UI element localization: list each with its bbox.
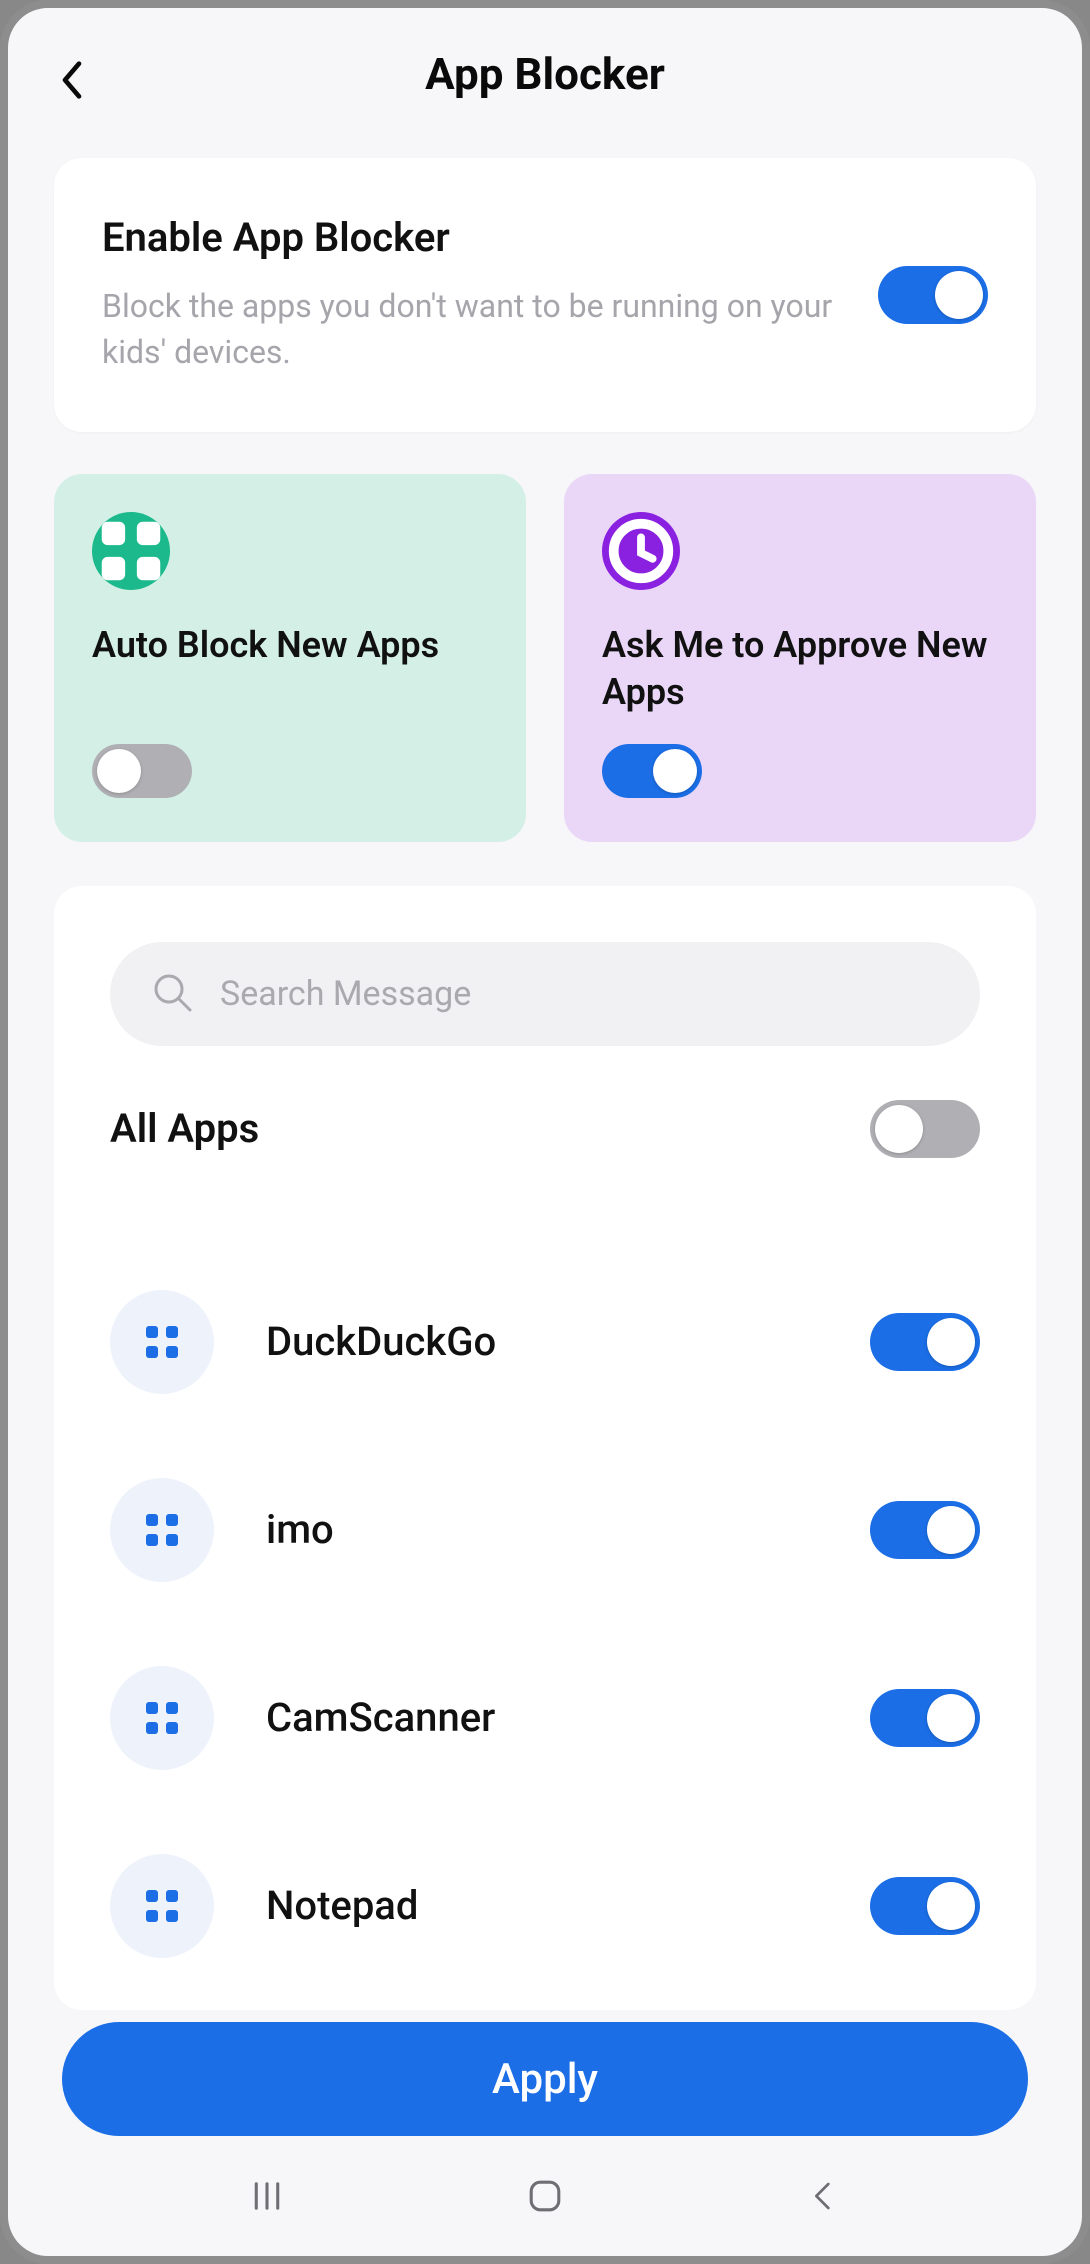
apps-card: All Apps DuckDuckGo imo CamScanner Notepad xyxy=(54,886,1036,2010)
app-icon xyxy=(110,1290,214,1394)
nav-home[interactable] xyxy=(515,2166,575,2226)
page-title: App Blocker xyxy=(48,48,1042,100)
all-apps-toggle[interactable] xyxy=(870,1100,980,1158)
app-name: imo xyxy=(214,1506,870,1553)
all-apps-row: All Apps xyxy=(86,1046,1004,1188)
all-apps-label: All Apps xyxy=(110,1105,259,1152)
nav-recents[interactable] xyxy=(237,2166,297,2226)
tile-auto-block-title: Auto Block New Apps xyxy=(92,622,488,716)
toggle-knob xyxy=(927,1318,975,1366)
tile-ask-approve-title: Ask Me to Approve New Apps xyxy=(602,622,998,716)
app-icon xyxy=(110,1666,214,1770)
app-name: Notepad xyxy=(214,1882,870,1929)
enable-title: Enable App Blocker xyxy=(102,214,848,261)
recents-icon xyxy=(244,2173,290,2219)
device-frame: App Blocker Enable App Blocker Block the… xyxy=(0,0,1090,2264)
apply-button[interactable]: Apply xyxy=(62,2022,1028,2136)
toggle-knob xyxy=(653,749,697,793)
toggle-knob xyxy=(927,1694,975,1742)
header: App Blocker xyxy=(8,8,1082,130)
clock-icon xyxy=(602,512,680,590)
app-icon xyxy=(110,1478,214,1582)
enable-text: Enable App Blocker Block the apps you do… xyxy=(102,214,878,376)
search-icon xyxy=(150,970,194,1018)
auto-block-toggle[interactable] xyxy=(92,744,192,798)
back-button[interactable] xyxy=(48,56,96,104)
app-toggle[interactable] xyxy=(870,1877,980,1935)
ask-approve-toggle[interactable] xyxy=(602,744,702,798)
content: Enable App Blocker Block the apps you do… xyxy=(8,158,1082,2010)
search-bar[interactable] xyxy=(110,942,980,1046)
tile-auto-block: Auto Block New Apps xyxy=(54,474,526,842)
app-toggle[interactable] xyxy=(870,1313,980,1371)
search-input[interactable] xyxy=(220,974,940,1014)
app-toggle[interactable] xyxy=(870,1501,980,1559)
app-toggle[interactable] xyxy=(870,1689,980,1747)
app-list: DuckDuckGo imo CamScanner Notepad xyxy=(86,1248,1004,2000)
app-name: CamScanner xyxy=(214,1694,870,1741)
tiles-row: Auto Block New Apps Ask Me to Approve Ne… xyxy=(54,474,1036,842)
app-row: Notepad xyxy=(86,1812,1004,2000)
app-name: DuckDuckGo xyxy=(214,1318,870,1365)
enable-toggle[interactable] xyxy=(878,266,988,324)
chevron-left-icon xyxy=(58,58,86,102)
app-row: imo xyxy=(86,1436,1004,1624)
toggle-knob xyxy=(935,271,983,319)
system-navbar xyxy=(8,2156,1082,2236)
back-icon xyxy=(803,2176,843,2216)
apply-row: Apply xyxy=(8,2022,1082,2136)
tile-ask-approve: Ask Me to Approve New Apps xyxy=(564,474,1036,842)
enable-card: Enable App Blocker Block the apps you do… xyxy=(54,158,1036,432)
toggle-knob xyxy=(927,1882,975,1930)
apps-grid-icon xyxy=(92,512,170,590)
nav-back[interactable] xyxy=(793,2166,853,2226)
home-icon xyxy=(522,2173,568,2219)
toggle-knob xyxy=(875,1105,923,1153)
toggle-knob xyxy=(97,749,141,793)
toggle-knob xyxy=(927,1506,975,1554)
app-icon xyxy=(110,1854,214,1958)
app-row: CamScanner xyxy=(86,1624,1004,1812)
enable-subtitle: Block the apps you don't want to be runn… xyxy=(102,283,848,376)
app-row: DuckDuckGo xyxy=(86,1248,1004,1436)
